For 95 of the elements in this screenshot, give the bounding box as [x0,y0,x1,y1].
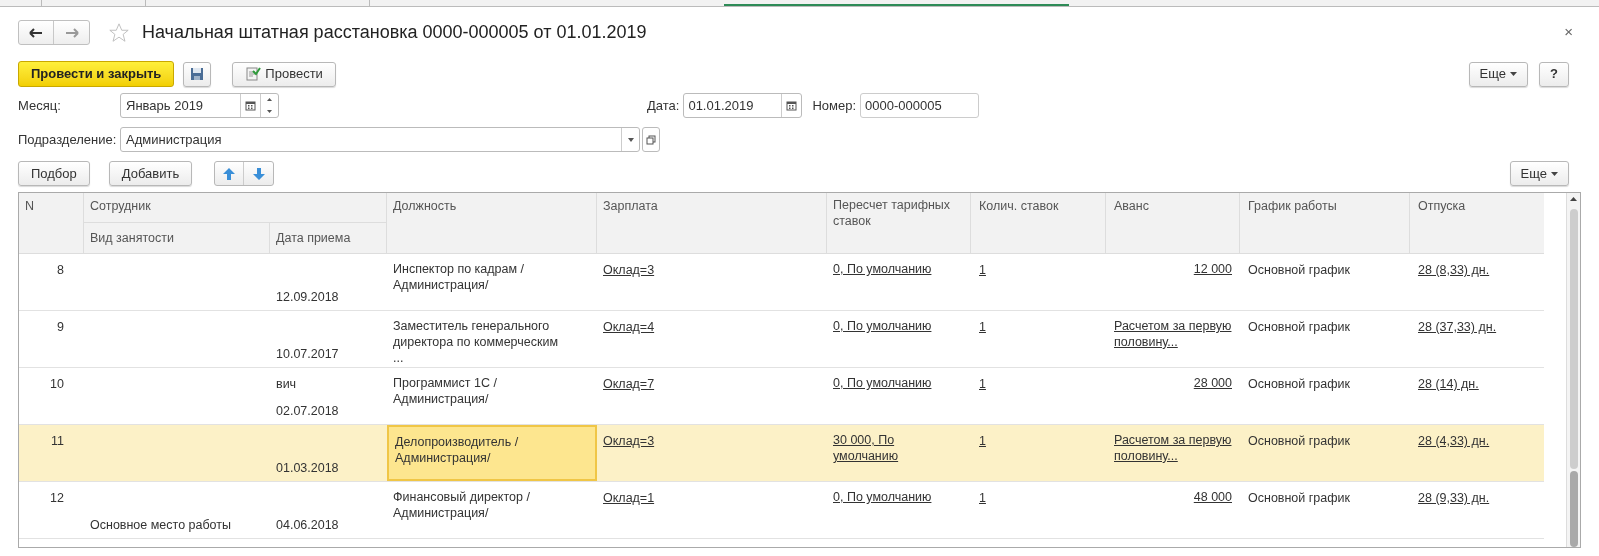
hire-date: 01.03.2018 [276,461,339,475]
window-title: Начальная штатная расстановка 0000-000005 от 01.01.2019 [142,21,647,44]
advance-link[interactable]: 48 000 [1193,489,1232,505]
recalc-link[interactable]: 30 000, По умолчанию [833,432,953,464]
schedule-cell: Основной график [1248,377,1350,391]
column-header[interactable]: Отпуска [1410,193,1544,253]
row-number: 12 [49,490,65,507]
scroll-thumb-lower[interactable] [1569,471,1578,547]
column-header[interactable]: Дата приема [270,223,387,253]
column-header[interactable]: Должность [387,193,597,253]
left-arrow-icon [29,27,43,38]
advance-link[interactable]: 28 000 [1193,375,1232,391]
hire-date: 10.07.2017 [276,347,339,361]
vacation-link[interactable]: 28 (8,33) дн. [1418,263,1490,277]
document-check-icon [245,66,262,82]
column-header[interactable]: Зарплата [597,193,827,253]
vacation-link[interactable]: 28 (37,33) дн. [1418,320,1497,334]
column-header[interactable]: Аванс [1106,193,1240,253]
star-icon[interactable] [108,21,130,44]
scroll-thumb[interactable] [1569,209,1578,469]
close-button[interactable]: × [1564,21,1573,44]
schedule-cell: Основной график [1248,434,1350,448]
pick-button[interactable]: Подбор [18,161,90,186]
number-label: Номер: [812,96,857,115]
rates-link[interactable]: 1 [979,377,986,391]
add-button[interactable]: Добавить [108,161,193,186]
advance-link[interactable]: Расчетом за первую половину... [1114,318,1232,350]
month-label: Месяц: [18,96,62,115]
advance-link[interactable]: Расчетом за первую половину... [1114,432,1232,464]
row-number: 10 [49,376,65,393]
recalc-link[interactable]: 0, По умолчанию [833,489,932,505]
position-cell-text: Финансовый директор /Администрация/ [393,489,531,521]
schedule-cell: Основной график [1248,491,1350,505]
down-arrow-icon [252,167,265,180]
schedule-cell: Основной график [1248,263,1350,277]
save-button[interactable] [183,61,212,87]
salary-link[interactable]: Оклад=1 [603,491,655,505]
salary-link[interactable]: Оклад=7 [603,377,655,391]
hire-date: 12.09.2018 [276,290,339,304]
salary-link[interactable]: Оклад=3 [603,263,655,277]
right-arrow-icon [64,27,79,38]
employee-name: вич [276,377,297,391]
vacation-link[interactable]: 28 (14) дн. [1418,377,1479,391]
rates-link[interactable]: 1 [979,320,986,334]
department-field[interactable]: Администрация [120,127,640,152]
row-number: 9 [56,319,65,336]
dropdown-icon[interactable] [627,137,634,142]
recalc-link[interactable]: 0, По умолчанию [833,261,932,277]
rates-link[interactable]: 1 [979,434,986,448]
open-window-icon[interactable] [646,134,656,145]
position-cell-text: Инспектор по кадрам /Администрация/ [393,261,526,293]
number-field[interactable]: 0000-000005 [860,93,980,118]
hire-date: 02.07.2018 [276,404,339,418]
calendar-icon[interactable] [786,100,798,111]
recalc-link[interactable]: 0, По умолчанию [833,375,932,391]
caret-icon [1551,171,1558,176]
more-button[interactable]: Еще [1468,61,1528,87]
rates-link[interactable]: 1 [979,263,986,277]
row-number: 11 [50,433,65,450]
position-cell-text: Заместитель генерального директора по коммерческим ... [393,318,560,366]
month-field[interactable]: Январь 2019 [120,93,279,118]
column-header[interactable]: N [19,193,84,253]
table-row[interactable]: 11 Делопроизводитель /Администрация/ Оклад=3 30 000, По умолчанию 1 Расчетом за первую половину... Основной график 28 (4,33) дн. 01.03.2018 [19,425,1544,482]
column-header[interactable]: Вид занятости [84,223,270,253]
recalc-link[interactable]: 0, По умолчанию [833,318,932,334]
calendar-icon[interactable] [245,100,256,111]
scroll-up-icon[interactable] [1570,197,1577,201]
vacation-link[interactable]: 28 (4,33) дн. [1418,434,1490,448]
column-header[interactable]: Сотрудник [84,193,387,223]
up-arrow-icon [223,167,236,180]
vacation-link[interactable]: 28 (9,33) дн. [1418,491,1490,505]
column-header[interactable]: График работы [1240,193,1410,253]
post-button[interactable]: Провести [232,61,336,87]
employment-type: Основное место работы [90,518,231,532]
spin-down-icon[interactable] [267,109,272,113]
help-button[interactable]: ? [1539,61,1569,87]
advance-link[interactable]: 12 000 [1193,261,1232,277]
date-field[interactable]: 01.01.2019 [683,93,803,118]
salary-link[interactable]: Оклад=4 [603,320,655,334]
position-cell-text: Программист 1С /Администрация/ [393,375,498,407]
spin-up-icon[interactable] [267,98,272,102]
caret-icon [1510,72,1517,76]
table-more-button[interactable]: Еще [1509,161,1569,186]
department-label: Подразделение: [18,130,118,149]
post-and-close-button[interactable]: Провести и закрыть [18,61,175,87]
rates-link[interactable]: 1 [979,491,986,505]
row-number: 8 [56,262,65,279]
position-cell-text: Делопроизводитель /Администрация/ [395,434,520,466]
schedule-cell: Основной график [1248,320,1350,334]
salary-link[interactable]: Оклад=3 [603,434,655,448]
scrollbar[interactable] [1566,193,1580,547]
column-header[interactable]: Пересчет тарифных ставок [827,193,971,253]
column-header[interactable]: Колич. ставок [971,193,1106,253]
hire-date: 04.06.2018 [276,518,339,532]
date-label: Дата: [647,96,680,115]
